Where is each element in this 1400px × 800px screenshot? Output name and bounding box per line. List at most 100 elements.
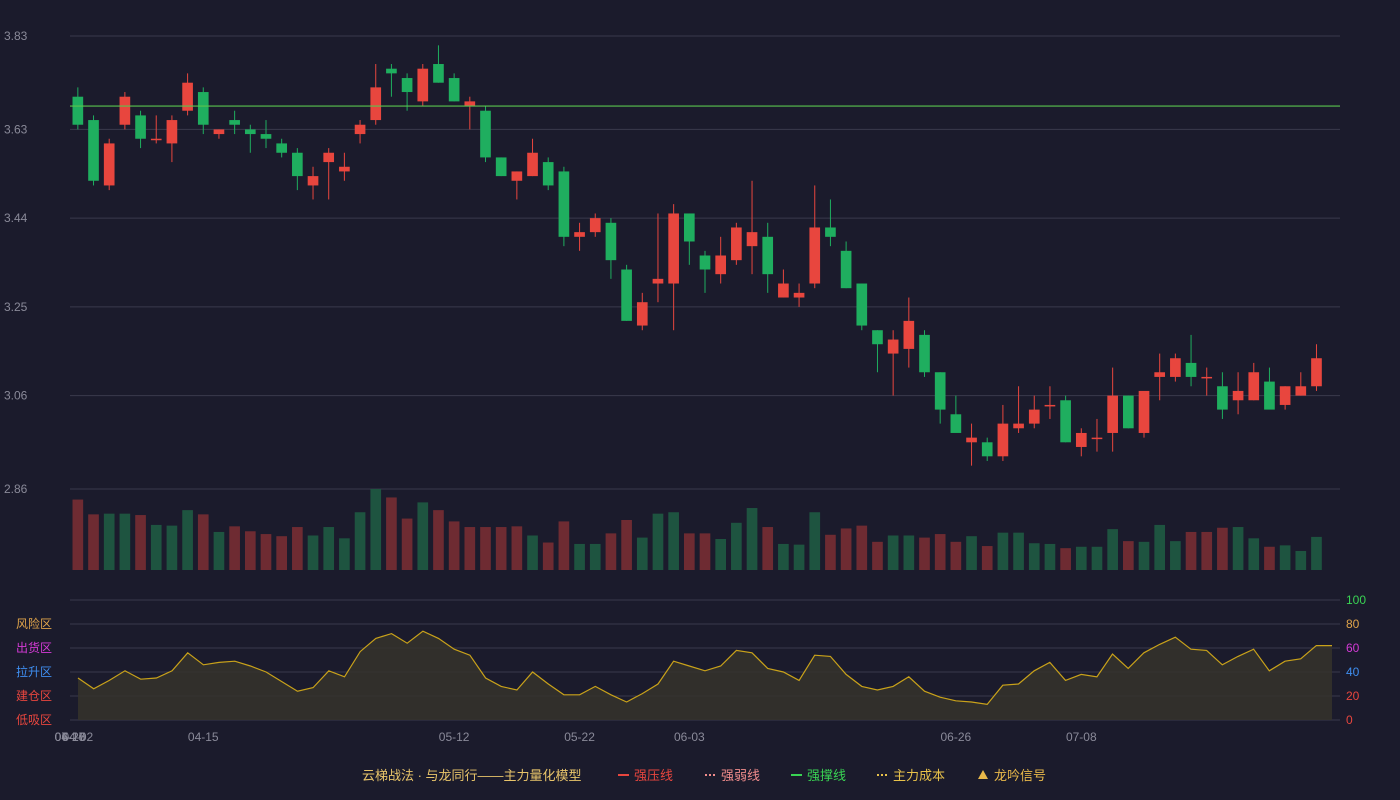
volume-bar xyxy=(229,526,240,570)
candle-body xyxy=(1123,395,1134,429)
candle xyxy=(746,180,758,275)
candle-body xyxy=(197,92,209,125)
volume-bar xyxy=(182,510,193,570)
volume-bar xyxy=(401,518,413,570)
candle-body xyxy=(292,152,303,177)
candle-body xyxy=(589,218,601,233)
date-tick-label: 07-20 xyxy=(55,730,86,744)
volume-bar xyxy=(307,535,319,570)
candle xyxy=(1044,386,1056,419)
candle-body xyxy=(621,269,632,321)
candle xyxy=(605,218,617,279)
candle xyxy=(950,395,962,433)
volume-bar xyxy=(1075,546,1087,570)
volume-bar xyxy=(323,527,335,570)
volume-bar xyxy=(292,527,303,570)
volume-bar xyxy=(339,538,350,570)
volume-bar xyxy=(464,527,476,570)
volume-bar xyxy=(1044,543,1056,570)
candle-body xyxy=(1248,372,1260,401)
volume-bar xyxy=(621,519,632,570)
candle-body xyxy=(762,236,774,275)
volume-bar xyxy=(636,537,648,570)
candle xyxy=(589,213,601,237)
price-axis-ticks: 2.86 3.06 3.25 3.44 3.63 3.83 xyxy=(4,29,28,496)
oscillator-axis-ticks: 100 80 60 40 20 0 xyxy=(1346,593,1366,727)
candle-body xyxy=(1028,409,1040,424)
candle-body xyxy=(903,320,915,349)
oscillator-zone-label: 拉升区 xyxy=(16,664,52,679)
candle xyxy=(495,157,507,177)
candle xyxy=(683,213,695,265)
volume-bar xyxy=(778,543,789,570)
candle xyxy=(934,372,946,424)
candle-body xyxy=(1044,404,1056,407)
volume-bar xyxy=(809,512,821,570)
candle-body xyxy=(150,138,162,141)
volume-bar xyxy=(966,536,977,570)
candle xyxy=(1311,344,1322,391)
candle xyxy=(417,64,429,107)
volume-bar xyxy=(887,535,899,570)
volume-bar xyxy=(856,525,868,570)
volume-bar xyxy=(668,512,679,570)
price-tick-label: 3.44 xyxy=(4,211,28,225)
candle-body xyxy=(1170,358,1181,377)
price-tick-label: 3.25 xyxy=(4,300,28,314)
candle xyxy=(135,110,146,149)
candle xyxy=(260,120,272,149)
candle xyxy=(778,269,789,298)
candle-body xyxy=(417,68,429,102)
oscillator-tick-label: 0 xyxy=(1346,713,1353,727)
candle xyxy=(386,64,397,97)
candle-body xyxy=(527,152,538,177)
triangle-icon xyxy=(978,770,988,779)
volume-bar xyxy=(480,527,491,570)
candle-body xyxy=(809,227,821,284)
candle xyxy=(966,423,977,466)
volume-bar xyxy=(793,544,805,570)
candle-body xyxy=(605,222,617,261)
volume-bar xyxy=(213,531,225,570)
candle-body xyxy=(1217,386,1228,410)
candle xyxy=(276,138,287,158)
candle-body xyxy=(652,278,664,284)
candle xyxy=(887,330,899,396)
candle xyxy=(339,152,350,181)
candle-body xyxy=(511,171,523,181)
volume-bar xyxy=(840,528,852,570)
legend-item: 强撑线 xyxy=(791,768,846,783)
volume-bar xyxy=(1295,550,1307,570)
candle xyxy=(323,148,335,200)
date-tick-label: 05-22 xyxy=(564,730,595,744)
candle xyxy=(464,96,476,130)
candle-body xyxy=(934,372,946,410)
candle xyxy=(715,236,727,284)
candle-body xyxy=(542,162,554,186)
candle-body xyxy=(401,78,413,93)
oscillator-tick-label: 40 xyxy=(1346,665,1360,679)
candle-body xyxy=(636,302,648,326)
candle-body xyxy=(887,339,899,354)
candle-body xyxy=(448,78,460,102)
candle-body xyxy=(997,423,1009,457)
legend-item: 龙吟信号 xyxy=(978,768,1046,783)
volume-bar xyxy=(605,533,617,570)
volume-bar xyxy=(417,502,429,570)
candle xyxy=(1075,428,1087,457)
candle xyxy=(1091,418,1103,452)
candle-body xyxy=(323,152,335,163)
candle xyxy=(197,87,209,135)
candle-body xyxy=(1311,358,1322,387)
volume-bar xyxy=(119,513,131,570)
candle-body xyxy=(746,232,758,247)
legend-item: 强压线 xyxy=(618,768,673,783)
candle xyxy=(636,292,648,331)
legend-item-label: 强弱线 xyxy=(721,768,760,783)
date-tick-label: 06-03 xyxy=(674,730,705,744)
candle xyxy=(1201,367,1213,396)
candle-body xyxy=(88,120,99,181)
candle-body xyxy=(574,232,585,237)
legend-item-label: 主力成本 xyxy=(893,768,945,783)
oscillator-tick-label: 100 xyxy=(1346,593,1366,607)
